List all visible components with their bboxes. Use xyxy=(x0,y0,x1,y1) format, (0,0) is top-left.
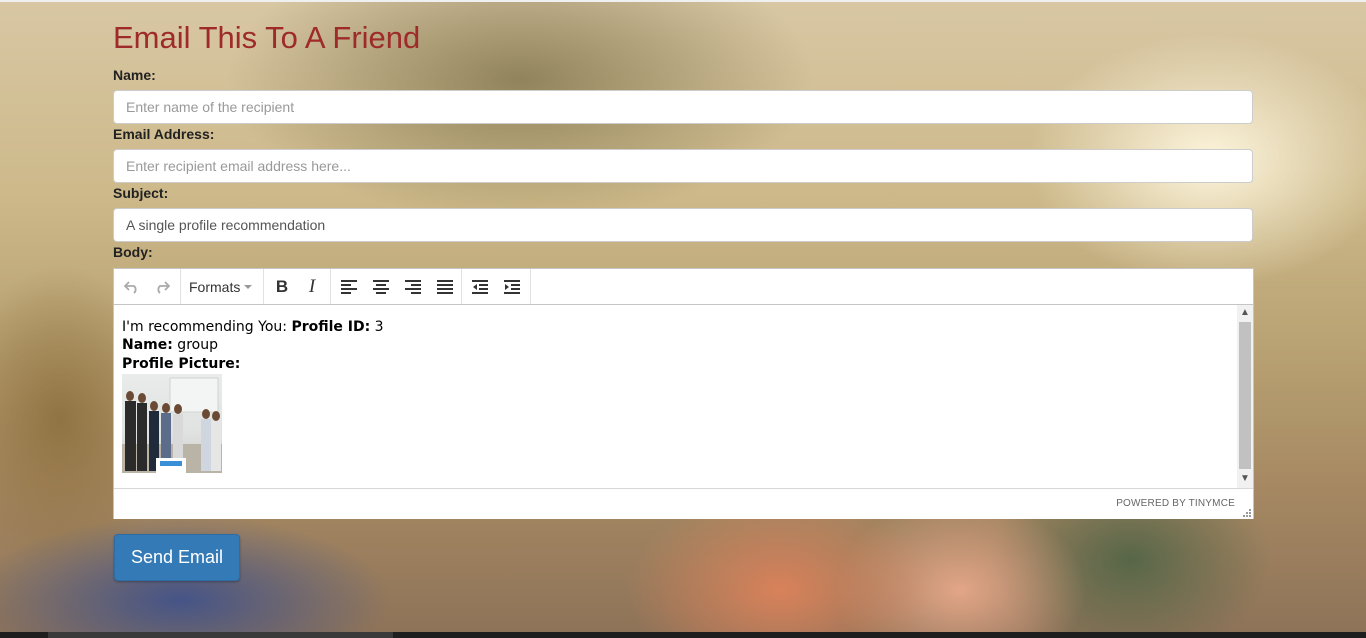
body-line-picture: Profile Picture: xyxy=(122,356,240,372)
subject-label: Subject: xyxy=(113,185,169,201)
scroll-up-arrow-icon[interactable]: ▲ xyxy=(1237,306,1253,320)
undo-button[interactable] xyxy=(118,273,146,301)
align-right-button[interactable] xyxy=(399,273,427,301)
page-title: Email This To A Friend xyxy=(113,20,421,55)
profile-id-label: Profile ID: xyxy=(291,319,371,335)
align-center-button[interactable] xyxy=(367,273,395,301)
formats-group: Formats xyxy=(181,269,264,304)
rich-text-editor: Formats B I I'm recommending You: Profil… xyxy=(113,268,1254,519)
indent-icon xyxy=(504,280,520,294)
body-line-name: Name: group xyxy=(122,337,218,353)
name-label: Name: xyxy=(113,67,156,83)
redo-icon xyxy=(157,281,170,294)
align-center-icon xyxy=(373,280,389,294)
profile-name-label: Name: xyxy=(122,337,173,353)
scroll-down-arrow-icon[interactable]: ▼ xyxy=(1237,472,1253,486)
align-left-button[interactable] xyxy=(335,273,363,301)
italic-icon: I xyxy=(308,276,316,297)
editor-toolbar: Formats B I xyxy=(114,269,1253,305)
history-group xyxy=(114,269,181,304)
group-photo-illustration xyxy=(122,377,222,473)
bottom-bar-segment xyxy=(48,632,393,638)
align-left-icon xyxy=(341,280,357,294)
profile-picture-label: Profile Picture: xyxy=(122,356,241,372)
text-style-group: B I xyxy=(264,269,331,304)
editor-statusbar: POWERED BY TINYMCE xyxy=(114,488,1253,519)
align-right-icon xyxy=(405,280,421,294)
recipient-email-input[interactable] xyxy=(113,149,1253,183)
italic-button[interactable]: I xyxy=(298,273,326,301)
outdent-icon xyxy=(472,280,488,294)
subject-input[interactable] xyxy=(113,208,1253,242)
resize-handle-icon[interactable] xyxy=(1243,509,1251,517)
chevron-down-icon xyxy=(244,285,253,289)
bottom-bar xyxy=(0,632,1366,638)
align-justify-icon xyxy=(437,280,453,294)
formats-label: Formats xyxy=(189,279,241,295)
bold-button[interactable]: B xyxy=(268,273,296,301)
profile-picture-image xyxy=(122,374,222,473)
send-email-button[interactable]: Send Email xyxy=(114,534,240,581)
profile-name-value: group xyxy=(172,337,218,353)
top-border xyxy=(0,0,1366,2)
undo-icon xyxy=(124,281,137,294)
body-line-recommendation: I'm recommending You: Profile ID: 3 xyxy=(122,319,384,335)
outdent-button[interactable] xyxy=(466,273,494,301)
editor-content-area[interactable]: I'm recommending You: Profile ID: 3 Name… xyxy=(114,305,1237,488)
alignment-group xyxy=(331,269,462,304)
recipient-name-input[interactable] xyxy=(113,90,1253,124)
recommendation-text: I'm recommending You: xyxy=(122,319,292,335)
redo-button[interactable] xyxy=(148,273,176,301)
body-label: Body: xyxy=(113,244,153,260)
profile-id-value: 3 xyxy=(370,319,384,335)
email-label: Email Address: xyxy=(113,126,215,142)
bold-icon: B xyxy=(275,277,289,296)
align-justify-button[interactable] xyxy=(431,273,459,301)
indent-group xyxy=(462,269,531,304)
scrollbar-thumb[interactable] xyxy=(1239,322,1251,469)
editor-scrollbar[interactable]: ▲ ▼ xyxy=(1237,305,1253,488)
formats-dropdown[interactable]: Formats xyxy=(189,273,253,301)
indent-button[interactable] xyxy=(498,273,526,301)
powered-by-tinymce-link[interactable]: POWERED BY TINYMCE xyxy=(1116,498,1235,509)
